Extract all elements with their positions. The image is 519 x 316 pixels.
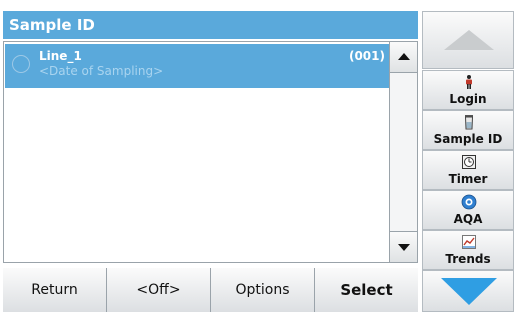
list-item[interactable]: Line_1 <Date of Sampling> (001) xyxy=(5,44,390,88)
sample-list-panel: Line_1 <Date of Sampling> (001) xyxy=(3,41,418,263)
list-item-count: (001) xyxy=(348,49,385,63)
login-person-icon xyxy=(466,75,472,89)
nav-down-button[interactable] xyxy=(422,270,514,312)
scroll-up-button[interactable] xyxy=(390,42,417,73)
scroll-track[interactable] xyxy=(390,73,417,231)
timer-icon xyxy=(462,155,476,169)
sidebar-item-label: Timer xyxy=(448,172,488,186)
list-item-subtitle: <Date of Sampling> xyxy=(39,64,164,78)
return-button[interactable]: Return xyxy=(3,268,106,312)
right-sidebar: Login Sample ID Timer AQA Trends xyxy=(422,11,514,312)
sidebar-item-label: Trends xyxy=(445,252,491,266)
sidebar-item-label: Login xyxy=(449,92,487,106)
sidebar-item-sample-id[interactable]: Sample ID xyxy=(422,110,514,150)
arrow-up-icon xyxy=(398,53,410,60)
sidebar-item-label: Sample ID xyxy=(433,132,503,146)
options-button[interactable]: Options xyxy=(211,268,314,312)
select-button[interactable]: Select xyxy=(315,268,418,312)
bottom-button-bar: Return <Off> Options Select xyxy=(3,268,418,312)
sample-list: Line_1 <Date of Sampling> (001) xyxy=(4,42,390,262)
sidebar-item-timer[interactable]: Timer xyxy=(422,150,514,190)
window-title: Sample ID xyxy=(3,11,418,39)
nav-down-arrow-icon xyxy=(441,278,497,305)
sidebar-item-trends[interactable]: Trends xyxy=(422,230,514,270)
off-toggle-button[interactable]: <Off> xyxy=(107,268,210,312)
arrow-down-icon xyxy=(398,244,410,251)
sample-id-icon xyxy=(464,115,474,130)
sidebar-item-login[interactable]: Login xyxy=(422,70,514,110)
aqa-icon xyxy=(461,194,477,210)
trends-icon xyxy=(462,235,476,249)
nav-up-arrow-icon xyxy=(444,30,494,50)
scrollbar[interactable] xyxy=(389,42,417,262)
nav-up-button[interactable] xyxy=(422,11,514,69)
screen: Sample ID Line_1 <Date of Sampling> (001… xyxy=(0,0,519,316)
list-item-name: Line_1 xyxy=(39,49,82,63)
sidebar-item-label: AQA xyxy=(453,212,483,226)
radio-button[interactable] xyxy=(12,55,30,73)
scroll-down-button[interactable] xyxy=(390,231,417,262)
sidebar-item-aqa[interactable]: AQA xyxy=(422,190,514,230)
